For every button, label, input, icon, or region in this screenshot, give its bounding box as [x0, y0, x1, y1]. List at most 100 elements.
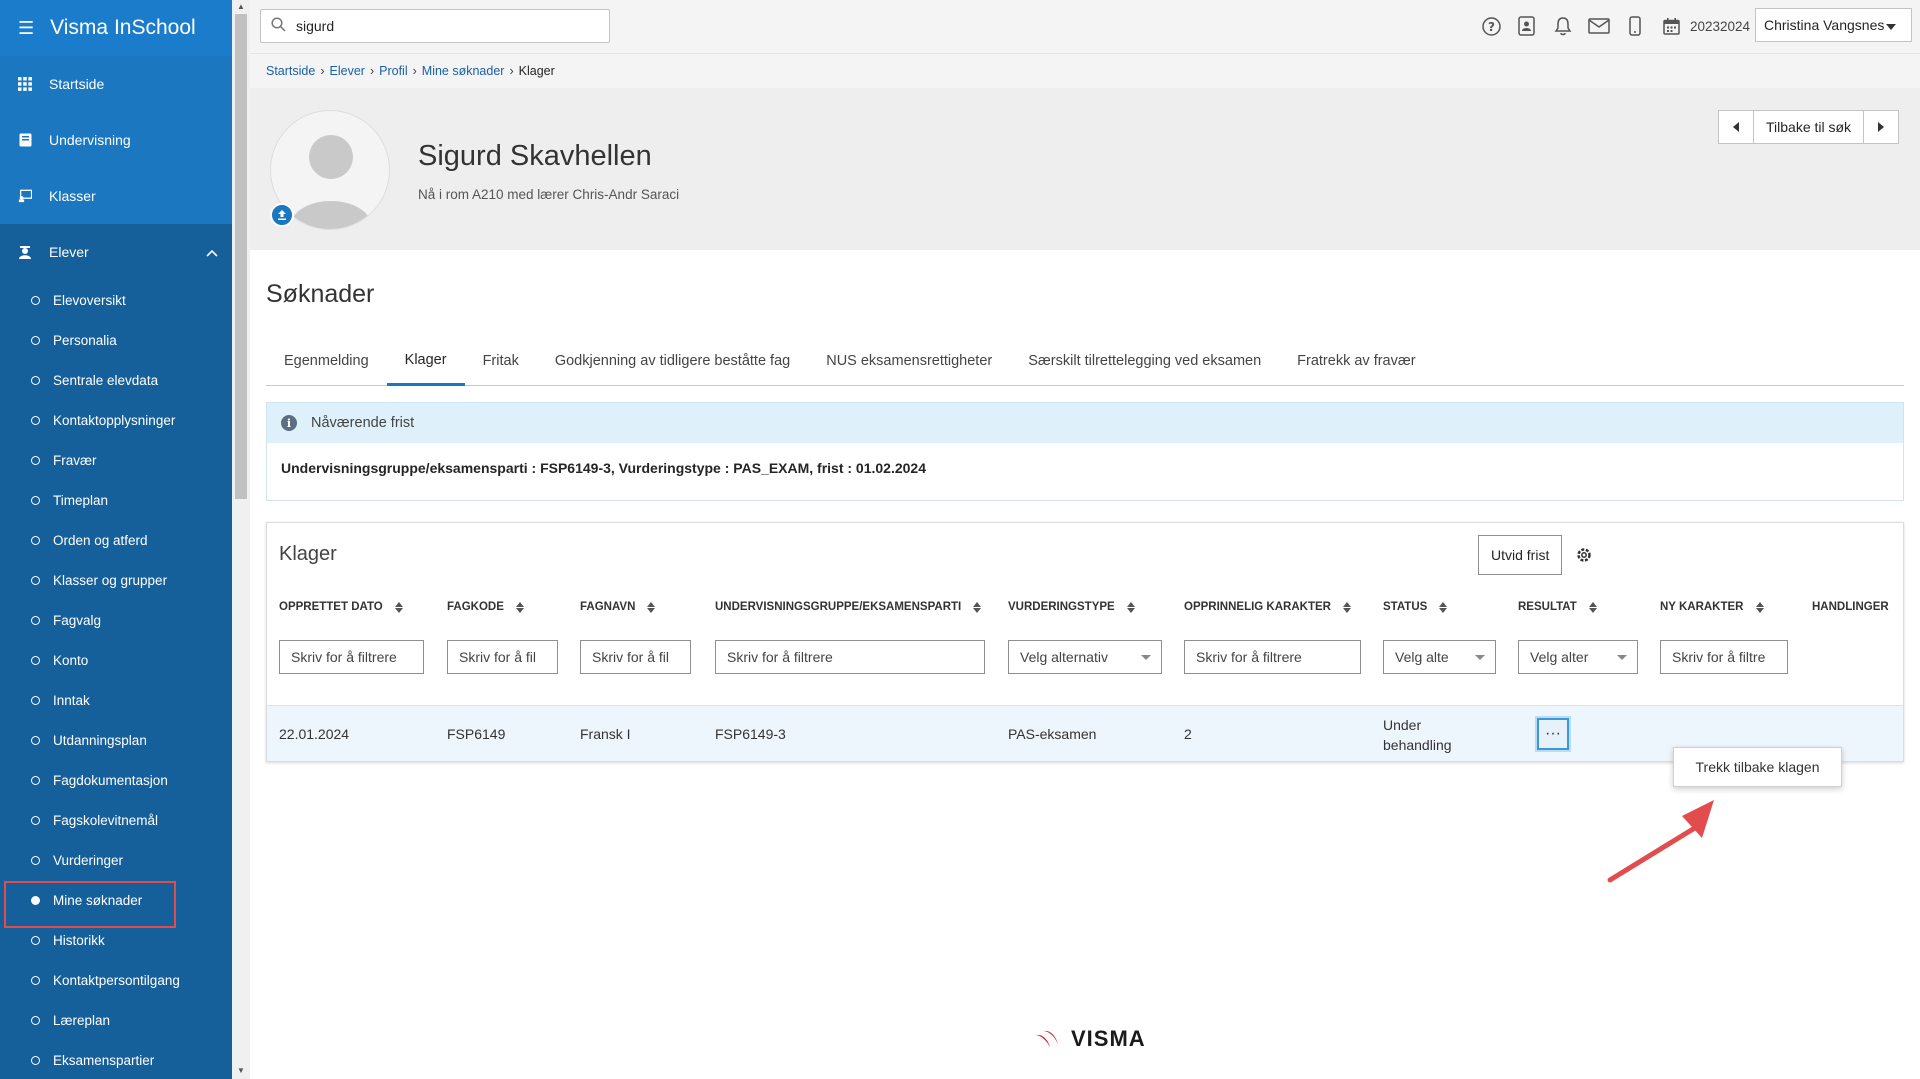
sidebar-item-laereplan[interactable]: Læreplan: [0, 1000, 232, 1040]
circle-icon: [31, 335, 40, 345]
select-resultat[interactable]: Velg alter: [1518, 640, 1638, 674]
sidebar-item-eksamenspartier[interactable]: Eksamenspartier: [0, 1040, 232, 1079]
column-header-ny-karakter[interactable]: NY KARAKTER: [1660, 601, 1764, 613]
breadcrumb-link-startside[interactable]: Startside: [266, 64, 315, 78]
sort-icon[interactable]: [1755, 601, 1764, 613]
nav-item-undervisning[interactable]: Undervisning: [0, 112, 232, 168]
circle-icon: [31, 415, 40, 425]
tab-fritak[interactable]: Fritak: [465, 336, 537, 386]
student-profile-header: Sigurd Skavhellen Nå i rom A210 med lære…: [250, 88, 1920, 250]
column-header-fagkode[interactable]: FAGKODE: [447, 601, 524, 613]
book-icon: [18, 133, 32, 147]
upload-photo-icon[interactable]: [270, 203, 294, 227]
filter-ny-karakter[interactable]: Skriv for å filtre: [1660, 640, 1788, 674]
sub-label: Orden og atferd: [53, 532, 148, 548]
scroll-up-arrow-icon[interactable]: ▲: [237, 2, 245, 11]
sidebar-item-elevoversikt[interactable]: Elevoversikt: [0, 280, 232, 320]
select-vurderingstype[interactable]: Velg alternativ: [1008, 640, 1162, 674]
sidebar-item-orden-og-atferd[interactable]: Orden og atferd: [0, 520, 232, 560]
sidebar-item-inntak[interactable]: Inntak: [0, 680, 232, 720]
sort-icon[interactable]: [394, 601, 403, 613]
klager-card: Klager Utvid frist OPPRETTET DATO FAGKOD…: [266, 522, 1904, 762]
sub-label: Historikk: [53, 932, 105, 948]
chevron-up-icon[interactable]: [206, 244, 218, 260]
search-box[interactable]: [260, 9, 610, 43]
sort-icon[interactable]: [1588, 601, 1597, 613]
nav-item-elever[interactable]: Elever: [0, 224, 232, 280]
sidebar-item-timeplan[interactable]: Timeplan: [0, 480, 232, 520]
hamburger-icon[interactable]: ☰: [18, 18, 34, 39]
filter-fagkode[interactable]: Skriv for å fil: [447, 640, 558, 674]
school-year[interactable]: 20232024: [1690, 19, 1750, 34]
tab-nus-eksamensrettigheter[interactable]: NUS eksamensrettigheter: [808, 336, 1010, 386]
sidebar-item-personalia[interactable]: Personalia: [0, 320, 232, 360]
contact-card-icon[interactable]: [1516, 15, 1538, 37]
back-to-search-button[interactable]: Tilbake til søk: [1753, 111, 1865, 143]
column-header-status[interactable]: STATUS: [1383, 601, 1448, 613]
column-header-vurderingstype[interactable]: VURDERINGSTYPE: [1008, 601, 1135, 613]
sidebar-item-fagskolevitnemal[interactable]: Fagskolevitnemål: [0, 800, 232, 840]
sidebar-item-vurderinger[interactable]: Vurderinger: [0, 840, 232, 880]
sidebar-item-kontaktopplysninger[interactable]: Kontaktopplysninger: [0, 400, 232, 440]
mobile-icon[interactable]: [1624, 15, 1646, 37]
tab-godkjenning[interactable]: Godkjenning av tidligere beståtte fag: [537, 336, 808, 386]
sidebar-item-fagdokumentasjon[interactable]: Fagdokumentasjon: [0, 760, 232, 800]
tab-fratrekk-av-fravaer[interactable]: Fratrekk av fravær: [1279, 336, 1433, 386]
sidebar-item-fagvalg[interactable]: Fagvalg: [0, 600, 232, 640]
sidebar-scrollbar[interactable]: ▲ ▼: [232, 0, 250, 1079]
circle-icon: [31, 375, 40, 385]
search-input[interactable]: [296, 18, 596, 34]
help-icon[interactable]: ?: [1480, 15, 1502, 37]
brand-bar[interactable]: ☰ Visma InSchool: [0, 0, 232, 56]
gear-icon[interactable]: [1574, 545, 1594, 565]
user-menu-button[interactable]: Christina Vangsnes: [1755, 8, 1912, 42]
sidebar-item-historikk[interactable]: Historikk: [0, 920, 232, 960]
page-title: Søknader: [266, 280, 375, 308]
breadcrumb-link-elever[interactable]: Elever: [330, 64, 365, 78]
sort-icon[interactable]: [1342, 601, 1351, 613]
sort-icon[interactable]: [515, 601, 524, 613]
tab-saerskilt-tilrettelegging[interactable]: Særskilt tilrettelegging ved eksamen: [1010, 336, 1279, 386]
sidebar-item-utdanningsplan[interactable]: Utdanningsplan: [0, 720, 232, 760]
column-header-resultat[interactable]: RESULTAT: [1518, 601, 1597, 613]
bell-icon[interactable]: [1552, 15, 1574, 37]
filter-opprinnelig-karakter[interactable]: Skriv for å filtrere: [1184, 640, 1361, 674]
row-actions-button[interactable]: ···: [1537, 718, 1569, 750]
filter-fagnavn[interactable]: Skriv for å fil: [580, 640, 691, 674]
filter-opprettet-dato[interactable]: Skriv for å filtrere: [279, 640, 424, 674]
mail-icon[interactable]: [1588, 15, 1610, 37]
cell-dato: 22.01.2024: [279, 726, 350, 742]
breadcrumb-link-profil[interactable]: Profil: [379, 64, 407, 78]
next-student-button[interactable]: [1864, 111, 1898, 143]
sidebar-item-konto[interactable]: Konto: [0, 640, 232, 680]
column-label: FAGNAVN: [580, 601, 636, 613]
select-status[interactable]: Velg alte: [1383, 640, 1496, 674]
column-header-opprettet-dato[interactable]: OPPRETTET DATO: [279, 601, 403, 613]
tab-klager[interactable]: Klager: [386, 336, 465, 386]
scroll-down-arrow-icon[interactable]: ▼: [237, 1066, 245, 1075]
nav-item-klasser[interactable]: Klasser: [0, 168, 232, 224]
scroll-thumb[interactable]: [235, 14, 247, 499]
column-header-undervisningsgruppe[interactable]: UNDERVISNINGSGRUPPE/EKSAMENSPARTI: [715, 601, 982, 613]
nav-item-startside[interactable]: Startside: [0, 56, 232, 112]
sidebar-item-sentrale-elevdata[interactable]: Sentrale elevdata: [0, 360, 232, 400]
sidebar-item-mine-soknader[interactable]: Mine søknader: [0, 880, 232, 928]
filter-undervisningsgruppe[interactable]: Skriv for å filtrere: [715, 640, 985, 674]
previous-student-button[interactable]: [1719, 111, 1753, 143]
sidebar-item-klasser-og-grupper[interactable]: Klasser og grupper: [0, 560, 232, 600]
table-row[interactable]: 22.01.2024 FSP6149 Fransk I FSP6149-3 PA…: [267, 705, 1903, 761]
calendar-icon[interactable]: [1660, 15, 1682, 37]
sort-icon[interactable]: [647, 601, 656, 613]
sub-label: Utdanningsplan: [53, 732, 147, 748]
column-header-fagnavn[interactable]: FAGNAVN: [580, 601, 656, 613]
breadcrumb-link-mine-soknader[interactable]: Mine søknader: [422, 64, 505, 78]
sort-icon[interactable]: [973, 601, 982, 613]
extend-deadline-button[interactable]: Utvid frist: [1478, 535, 1563, 575]
sidebar-item-kontaktpersontilgang[interactable]: Kontaktpersontilgang: [0, 960, 232, 1000]
tab-egenmelding[interactable]: Egenmelding: [266, 336, 387, 386]
withdraw-complaint-menu-item[interactable]: Trekk tilbake klagen: [1673, 747, 1842, 787]
sort-icon[interactable]: [1126, 601, 1135, 613]
sort-icon[interactable]: [1439, 601, 1448, 613]
sidebar-item-fravaer[interactable]: Fravær: [0, 440, 232, 480]
column-header-opprinnelig-karakter[interactable]: OPPRINNELIG KARAKTER: [1184, 601, 1351, 613]
